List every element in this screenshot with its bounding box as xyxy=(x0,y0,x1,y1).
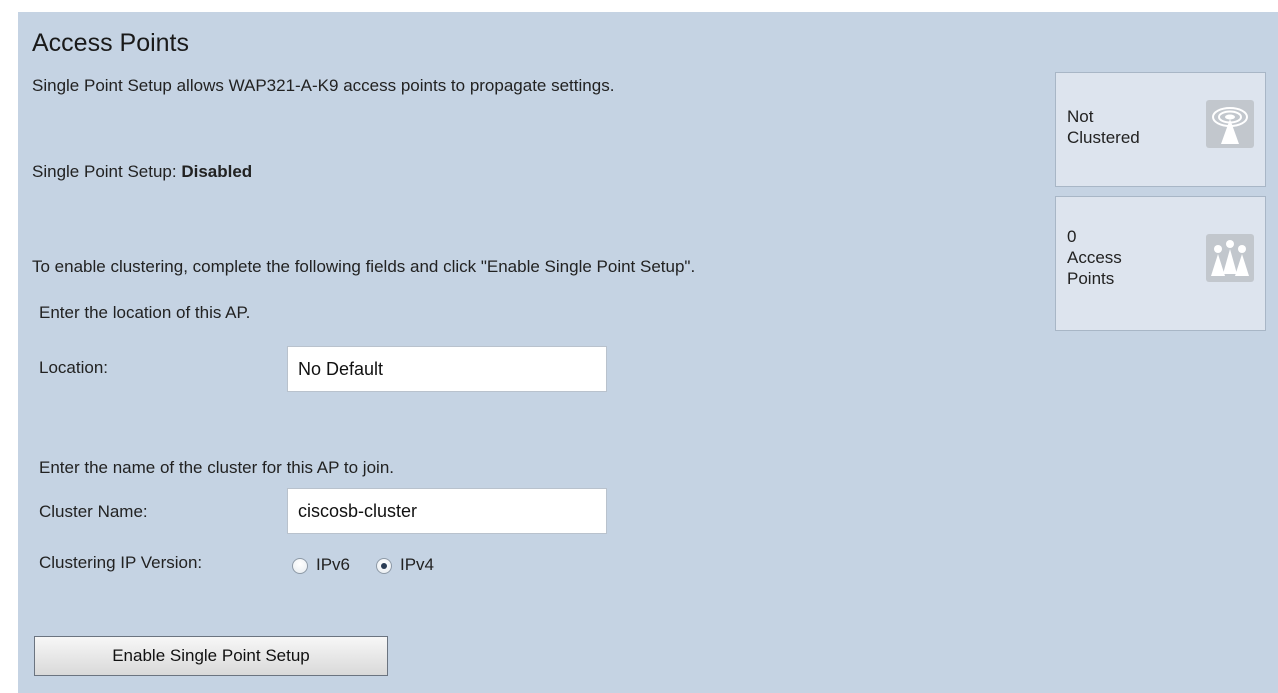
cluster-name-label: Cluster Name: xyxy=(39,502,148,521)
enable-single-point-setup-button[interactable]: Enable Single Point Setup xyxy=(34,636,388,676)
ipv6-label[interactable]: IPv6 xyxy=(316,555,350,575)
wireless-antenna-icon xyxy=(1206,100,1254,148)
ipv4-radio[interactable] xyxy=(376,558,392,574)
single-point-status-label: Single Point Setup: xyxy=(32,162,182,181)
cluster-status-line1: Not xyxy=(1067,107,1094,126)
access-points-panel: Access Points Single Point Setup allows … xyxy=(18,12,1278,693)
access-points-count: 0 xyxy=(1067,227,1077,246)
page-title: Access Points xyxy=(32,29,190,57)
access-points-count-line1: Access xyxy=(1067,248,1122,267)
cluster-prompt: Enter the name of the cluster for this A… xyxy=(39,458,394,477)
single-point-status-value: Disabled xyxy=(181,162,253,181)
location-prompt: Enter the location of this AP. xyxy=(39,303,251,322)
cluster-name-input[interactable] xyxy=(287,488,607,534)
ipv4-label[interactable]: IPv4 xyxy=(400,555,434,575)
cluster-status-box: Not Clustered xyxy=(1055,72,1266,187)
single-point-status: Single Point Setup: Disabled xyxy=(32,162,252,182)
ipv4-radio-selected-dot xyxy=(381,563,387,569)
clustering-ip-version-label: Clustering IP Version: xyxy=(39,553,203,572)
cluster-status-line2: Clustered xyxy=(1067,128,1140,147)
access-points-count-box: 0 Access Points xyxy=(1055,196,1266,331)
access-points-count-line2: Points xyxy=(1067,269,1115,288)
location-input[interactable] xyxy=(287,346,607,392)
users-icon xyxy=(1206,234,1254,282)
clustering-instructions: To enable clustering, complete the follo… xyxy=(32,257,696,276)
ipv6-radio[interactable] xyxy=(292,558,308,574)
location-label: Location: xyxy=(39,358,108,377)
intro-description: Single Point Setup allows WAP321-A-K9 ac… xyxy=(32,76,615,95)
